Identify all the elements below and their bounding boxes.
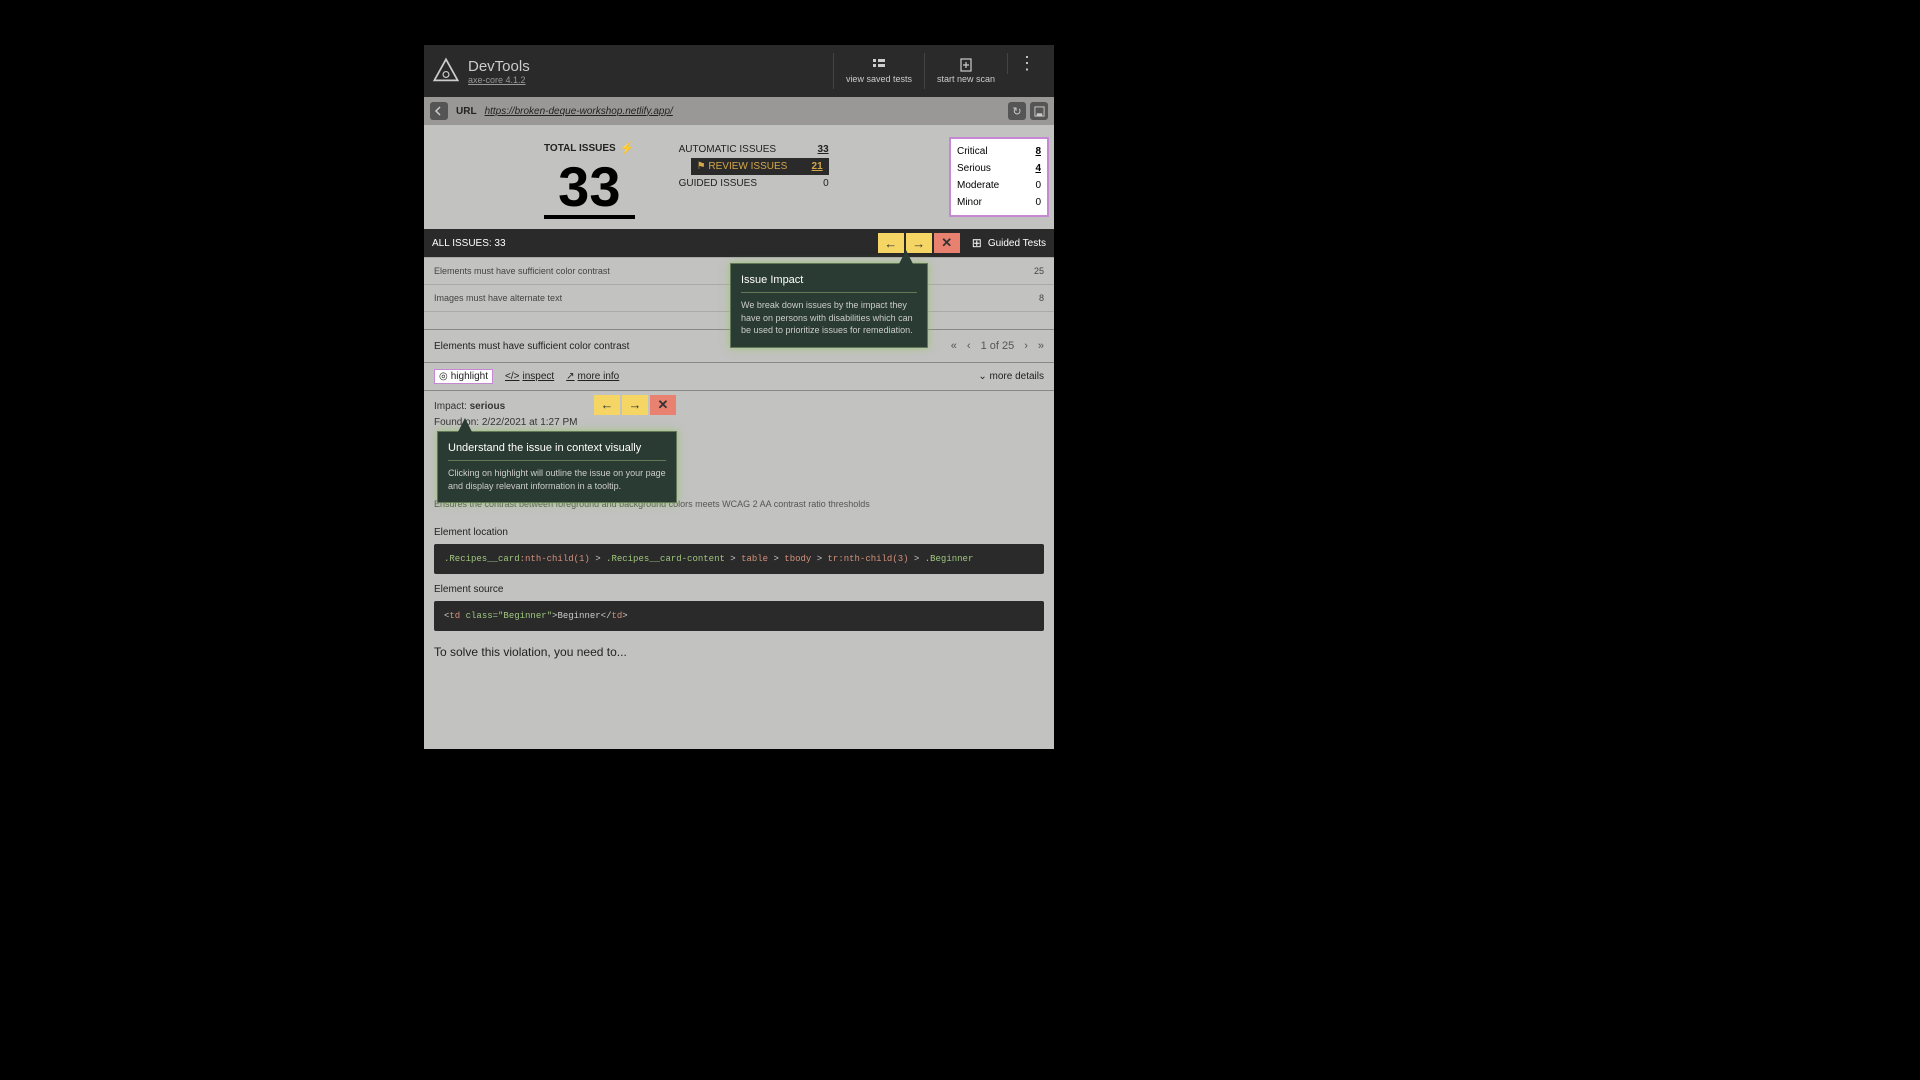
issues-bar: ALL ISSUES: 33 ← → ✕ ⊞ Guided Tests (424, 229, 1054, 257)
automatic-issues-count[interactable]: 33 (818, 144, 829, 155)
url-bar: URL https://broken-deque-workshop.netlif… (424, 97, 1054, 125)
element-source-label: Element source (424, 574, 1054, 601)
pager-last-icon[interactable]: » (1038, 340, 1044, 352)
severity-row-serious[interactable]: Serious 4 (957, 160, 1041, 177)
found-date: 2/22/2021 at 1:27 PM (482, 417, 578, 428)
pager-prev-icon[interactable]: ‹ (967, 340, 971, 352)
devtools-window: DevTools axe-core 4.1.2 view saved tests… (424, 45, 1054, 749)
url-link[interactable]: https://broken-deque-workshop.netlify.ap… (485, 106, 673, 117)
pager-text: 1 of 25 (981, 340, 1015, 352)
review-issues-count: 21 (812, 161, 823, 172)
back-button[interactable] (430, 102, 448, 120)
automatic-issues-label: AUTOMATIC ISSUES (679, 144, 776, 155)
severity-row-minor[interactable]: Minor 0 (957, 194, 1041, 211)
total-issues-column: TOTAL ISSUES ⚡ 33 (544, 141, 635, 219)
highlight-button[interactable]: ◎ highlight (434, 369, 493, 384)
severity-row-moderate[interactable]: Moderate 0 (957, 177, 1041, 194)
more-info-button[interactable]: ↗ more info (566, 369, 619, 384)
guided-tests-button[interactable]: ⊞ Guided Tests (972, 236, 1046, 250)
external-link-icon: ↗ (566, 371, 574, 382)
bolt-icon: ⚡ (620, 141, 635, 155)
app-title: DevTools (468, 58, 530, 75)
tour-next-button-2[interactable]: → (622, 395, 648, 415)
tooltip-body: Clicking on highlight will outline the i… (448, 467, 666, 492)
app-subtitle[interactable]: axe-core 4.1.2 (468, 75, 530, 85)
action-bar: ◎ highlight </> inspect ↗ more info ⌄ mo… (424, 363, 1054, 391)
more-details-toggle[interactable]: ⌄ more details (978, 371, 1044, 382)
solve-heading: To solve this violation, you need to... (424, 631, 1054, 667)
grid-icon: ⊞ (972, 236, 982, 250)
list-icon (871, 57, 887, 73)
tour-prev-button-2[interactable]: ← (594, 395, 620, 415)
total-issues-label: TOTAL ISSUES (544, 143, 616, 154)
add-document-icon (958, 57, 974, 73)
chevron-down-icon: ⌄ (978, 371, 986, 382)
axe-logo-icon (432, 57, 460, 85)
guided-issues-count: 0 (823, 178, 829, 189)
tooltip-title: Understand the issue in context visually (448, 442, 666, 461)
severity-row-critical[interactable]: Critical 8 (957, 143, 1041, 160)
impact-value: serious (470, 401, 506, 412)
app-header: DevTools axe-core 4.1.2 view saved tests… (424, 45, 1054, 97)
rerun-button[interactable]: ↻ (1008, 102, 1026, 120)
pager-next-icon[interactable]: › (1024, 340, 1028, 352)
target-icon: ◎ (439, 371, 448, 382)
guided-issues-label: GUIDED ISSUES (679, 178, 757, 189)
save-button[interactable] (1030, 102, 1048, 120)
pager: « ‹ 1 of 25 › » (951, 340, 1044, 352)
element-location-label: Element location (424, 517, 1054, 544)
tour-close-button[interactable]: ✕ (934, 233, 960, 253)
tooltip-issue-impact: Issue Impact We break down issues by the… (730, 263, 928, 348)
url-label: URL (456, 106, 477, 117)
total-issues-count[interactable]: 33 (544, 159, 635, 219)
tour-close-button-2[interactable]: ✕ (650, 395, 676, 415)
start-new-scan-button[interactable]: start new scan (924, 53, 1007, 89)
detail-title: Elements must have sufficient color cont… (434, 341, 629, 352)
kebab-menu-icon[interactable]: ⋮ (1007, 53, 1046, 74)
severity-panel: Critical 8 Serious 4 Moderate 0 Minor 0 (949, 137, 1049, 217)
element-source-code[interactable]: <td class="Beginner">Beginner</td> (434, 601, 1044, 631)
logo-area: DevTools axe-core 4.1.2 (432, 57, 833, 85)
review-issues-row[interactable]: ⚑ REVIEW ISSUES 21 (691, 158, 829, 175)
inspect-button[interactable]: </> inspect (505, 369, 554, 384)
tooltip-title: Issue Impact (741, 274, 917, 293)
issue-breakdown-column: AUTOMATIC ISSUES 33 ⚑ REVIEW ISSUES 21 G… (679, 141, 829, 219)
tooltip-highlight: Understand the issue in context visually… (437, 431, 677, 503)
view-saved-tests-button[interactable]: view saved tests (833, 53, 924, 89)
summary-area: TOTAL ISSUES ⚡ 33 AUTOMATIC ISSUES 33 ⚑ … (424, 125, 1054, 229)
pager-first-icon[interactable]: « (951, 340, 957, 352)
tooltip-body: We break down issues by the impact they … (741, 299, 917, 337)
code-icon: </> (505, 371, 519, 382)
element-location-code[interactable]: .Recipes__card:nth-child(1) > .Recipes__… (434, 544, 1044, 574)
header-actions: view saved tests start new scan ⋮ (833, 53, 1046, 89)
all-issues-title: ALL ISSUES: 33 (432, 238, 506, 249)
